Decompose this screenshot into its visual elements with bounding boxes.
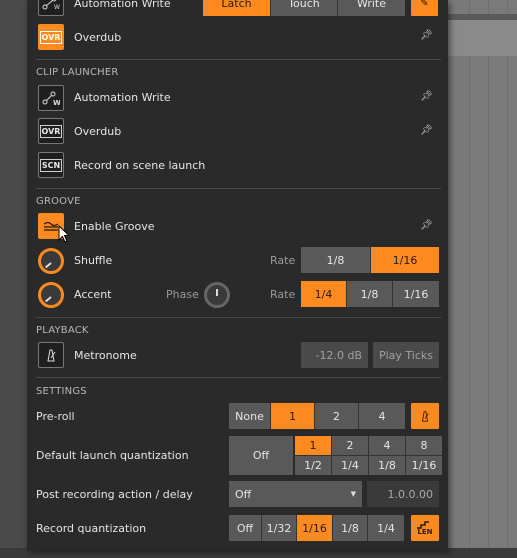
accent-rate-1-16[interactable]: 1/16 bbox=[393, 281, 439, 307]
launch-q-1-2[interactable]: 1/2 bbox=[295, 456, 331, 475]
settings-title: SETTINGS bbox=[36, 386, 87, 397]
record-q-1-16[interactable]: 1/16 bbox=[297, 515, 333, 541]
accent-label: Accent bbox=[74, 288, 112, 301]
overdub-icon: OVR bbox=[39, 124, 63, 138]
automation-write-mode: Latch Touch Write bbox=[203, 0, 405, 16]
automation-write-icon: W bbox=[42, 91, 60, 106]
enable-groove-label: Enable Groove bbox=[74, 220, 155, 233]
clip-automation-write-toggle[interactable]: W bbox=[38, 85, 64, 111]
post-recording-label: Post recording action / delay bbox=[36, 488, 193, 501]
clip-overdub-toggle[interactable]: OVR bbox=[38, 118, 64, 144]
launch-q-1-8[interactable]: 1/8 bbox=[369, 456, 405, 475]
groove-icon bbox=[43, 221, 59, 231]
preroll-selector: None 1 2 4 bbox=[229, 403, 405, 429]
launch-q-2[interactable]: 2 bbox=[332, 436, 368, 455]
accent-knob[interactable] bbox=[38, 282, 64, 308]
scene-icon: SCN bbox=[39, 158, 63, 172]
preroll-1[interactable]: 1 bbox=[271, 403, 315, 429]
launch-q-4[interactable]: 4 bbox=[369, 436, 405, 455]
shuffle-rate-1-16[interactable]: 1/16 bbox=[371, 247, 439, 273]
launch-q-8[interactable]: 8 bbox=[406, 436, 442, 455]
record-q-1-4[interactable]: 1/4 bbox=[368, 515, 404, 541]
record-quantization-label: Record quantization bbox=[36, 522, 147, 535]
len-icon-label: LEN bbox=[417, 527, 433, 536]
preroll-metronome-toggle[interactable] bbox=[411, 403, 439, 429]
metronome-toggle[interactable] bbox=[38, 342, 64, 368]
launch-quantization-label: Default launch quantization bbox=[36, 449, 189, 462]
arranger-overdub-toggle[interactable]: OVR bbox=[38, 24, 64, 50]
launch-q-1[interactable]: 1 bbox=[295, 436, 331, 455]
launch-quantization-grid: 1 2 4 8 1/2 1/4 1/8 1/16 bbox=[295, 436, 442, 475]
pin-icon[interactable]: 📌︎ bbox=[420, 91, 433, 102]
launch-quantization-off[interactable]: Off bbox=[229, 436, 293, 475]
phase-label: Phase bbox=[166, 288, 199, 301]
automation-write-label: Automation Write bbox=[74, 0, 171, 10]
divider bbox=[36, 59, 441, 60]
divider bbox=[36, 377, 441, 378]
pin-icon[interactable]: 📌︎ bbox=[420, 30, 433, 41]
preroll-2[interactable]: 2 bbox=[315, 403, 359, 429]
launch-q-1-4[interactable]: 1/4 bbox=[332, 456, 368, 475]
accent-rate-1-8[interactable]: 1/8 bbox=[347, 281, 393, 307]
pin-icon: ✎ bbox=[420, 0, 429, 9]
preroll-none[interactable]: None bbox=[229, 403, 271, 429]
arranger-background bbox=[445, 0, 517, 558]
metronome-label: Metronome bbox=[74, 349, 137, 362]
arranger-overdub-label: Overdub bbox=[74, 31, 122, 44]
launch-q-1-16[interactable]: 1/16 bbox=[406, 456, 442, 475]
pin-icon[interactable]: 📌︎ bbox=[420, 125, 433, 136]
shuffle-rate-label: Rate bbox=[270, 254, 296, 267]
latch-button[interactable]: Latch bbox=[203, 0, 271, 16]
svg-text:W: W bbox=[54, 4, 60, 10]
metronome-volume[interactable]: -12.0 dB bbox=[301, 342, 368, 368]
phase-knob[interactable] bbox=[204, 282, 230, 308]
automation-pin-button[interactable]: ✎ bbox=[411, 0, 438, 16]
clip-overdub-label: Overdub bbox=[74, 125, 122, 138]
record-q-1-32[interactable]: 1/32 bbox=[262, 515, 297, 541]
write-button[interactable]: Write bbox=[338, 0, 405, 16]
clip-automation-write-label: Automation Write bbox=[74, 91, 171, 104]
play-ticks-button[interactable]: Play Ticks bbox=[373, 342, 439, 368]
preroll-label: Pre-roll bbox=[36, 410, 75, 423]
svg-text:W: W bbox=[53, 99, 60, 106]
chevron-down-icon: ▼ bbox=[350, 490, 356, 498]
shuffle-knob[interactable] bbox=[38, 248, 64, 274]
mouse-cursor-icon bbox=[58, 225, 70, 243]
record-on-scene-launch-toggle[interactable]: SCN bbox=[38, 152, 64, 178]
post-recording-action-value: Off bbox=[235, 487, 252, 501]
post-recording-delay-field[interactable]: 1.0.0.00 bbox=[367, 481, 439, 507]
metronome-icon bbox=[47, 349, 56, 362]
divider bbox=[36, 188, 441, 189]
automation-write-icon[interactable]: W bbox=[38, 0, 64, 16]
accent-rate-1-4[interactable]: 1/4 bbox=[301, 281, 347, 307]
preroll-4[interactable]: 4 bbox=[359, 403, 405, 429]
overdub-icon: OVR bbox=[39, 30, 63, 44]
shuffle-label: Shuffle bbox=[74, 254, 113, 267]
post-recording-action-dropdown[interactable]: Off ▼ bbox=[229, 481, 362, 507]
clip-launcher-title: CLIP LAUNCHER bbox=[36, 67, 119, 78]
record-q-off[interactable]: Off bbox=[229, 515, 262, 541]
record-on-scene-launch-label: Record on scene launch bbox=[74, 159, 206, 172]
record-quantization-selector: Off 1/32 1/16 1/8 1/4 bbox=[229, 515, 404, 541]
playback-title: PLAYBACK bbox=[36, 325, 89, 336]
left-track-strip bbox=[0, 0, 30, 558]
touch-button[interactable]: Touch bbox=[271, 0, 338, 16]
accent-rate-label: Rate bbox=[270, 288, 296, 301]
record-settings-popup: W Automation Write Latch Touch Write ✎ O… bbox=[27, 0, 448, 550]
metronome-icon bbox=[421, 411, 429, 422]
record-q-length-toggle[interactable]: LEN bbox=[411, 515, 439, 541]
pin-icon[interactable]: 📌︎ bbox=[420, 220, 433, 231]
groove-title: GROOVE bbox=[36, 196, 81, 207]
divider bbox=[36, 317, 441, 318]
record-q-1-8[interactable]: 1/8 bbox=[333, 515, 368, 541]
shuffle-rate-1-8[interactable]: 1/8 bbox=[301, 247, 371, 273]
shuffle-rate-selector: 1/8 1/16 bbox=[301, 247, 439, 273]
accent-rate-selector: 1/4 1/8 1/16 bbox=[301, 281, 439, 307]
